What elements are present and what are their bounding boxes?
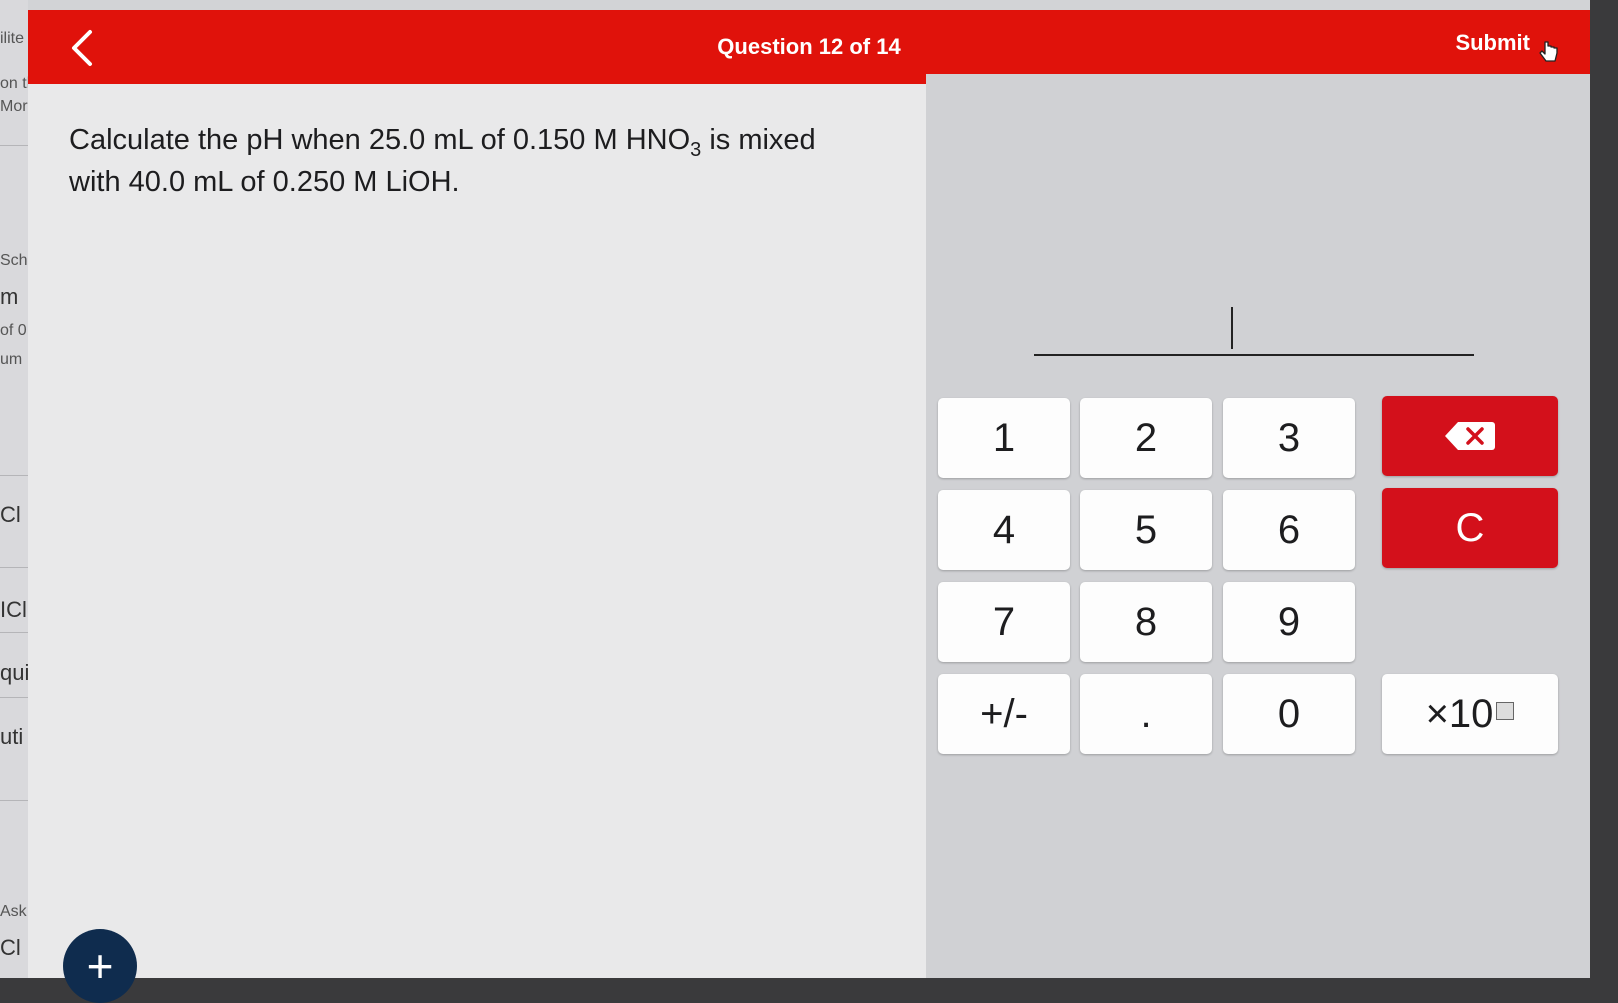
background-page-strip: ilite on th Mor Scho m of 0 um Cl i ICl … <box>0 0 30 978</box>
side-text-fragment: Scho <box>0 252 30 269</box>
divider <box>0 567 30 568</box>
side-text-fragment: m <box>0 284 19 309</box>
key-3[interactable]: 3 <box>1223 398 1355 478</box>
key-4[interactable]: 4 <box>938 490 1070 570</box>
key-0[interactable]: 0 <box>1223 674 1355 754</box>
answer-panel: 1 2 3 4 5 6 C 7 8 9 +/- . 0 ×10 <box>926 74 1590 978</box>
divider <box>0 800 30 801</box>
decimal-key[interactable]: . <box>1080 674 1212 754</box>
key-6[interactable]: 6 <box>1223 490 1355 570</box>
page-title: Question 12 of 14 <box>717 34 901 59</box>
key-5[interactable]: 5 <box>1080 490 1212 570</box>
plus-minus-key[interactable]: +/- <box>938 674 1070 754</box>
header-bar: Question 12 of 14 Submit <box>28 10 1590 84</box>
key-9[interactable]: 9 <box>1223 582 1355 662</box>
times-ten-key[interactable]: ×10 <box>1382 674 1558 754</box>
answer-input[interactable] <box>1034 354 1474 356</box>
hand-pointer-icon <box>1539 41 1558 62</box>
side-text-fragment: of 0 <box>0 322 27 339</box>
side-text-fragment: Ask <box>0 903 27 920</box>
backspace-button[interactable] <box>1382 396 1558 476</box>
side-text-fragment: ilite <box>0 30 25 47</box>
times-ten-label: ×10 <box>1425 691 1494 736</box>
add-button[interactable]: + <box>63 929 137 1003</box>
key-7[interactable]: 7 <box>938 582 1070 662</box>
key-1[interactable]: 1 <box>938 398 1070 478</box>
side-text-fragment: Cl i <box>0 935 30 960</box>
side-text-fragment: uti <box>0 724 24 749</box>
text-caret <box>1231 307 1233 349</box>
side-text-fragment: um <box>0 351 23 368</box>
divider <box>0 145 30 146</box>
subscript: 3 <box>690 138 702 161</box>
side-text-fragment: Cl i <box>0 502 30 527</box>
divider <box>0 697 30 698</box>
question-window: Question 12 of 14 Submit Calculate the p… <box>28 0 1590 1003</box>
question-text: Calculate the pH when 25.0 mL of 0.150 M… <box>69 124 829 198</box>
side-text-fragment: ICl <box>0 597 27 622</box>
submit-button[interactable]: Submit <box>1455 30 1530 56</box>
key-8[interactable]: 8 <box>1080 582 1212 662</box>
exponent-box-icon <box>1496 702 1515 720</box>
key-2[interactable]: 2 <box>1080 398 1212 478</box>
side-text-fragment: Mor <box>0 98 28 115</box>
side-text-fragment: quir <box>0 660 30 685</box>
question-panel: Calculate the pH when 25.0 mL of 0.150 M… <box>28 84 926 1003</box>
side-text-fragment: on th <box>0 75 30 92</box>
divider <box>0 632 30 633</box>
backspace-icon <box>1445 422 1495 450</box>
clear-button[interactable]: C <box>1382 488 1558 568</box>
question-text-part: Calculate the pH when 25.0 mL of 0.150 M… <box>69 124 691 156</box>
divider <box>0 475 30 476</box>
